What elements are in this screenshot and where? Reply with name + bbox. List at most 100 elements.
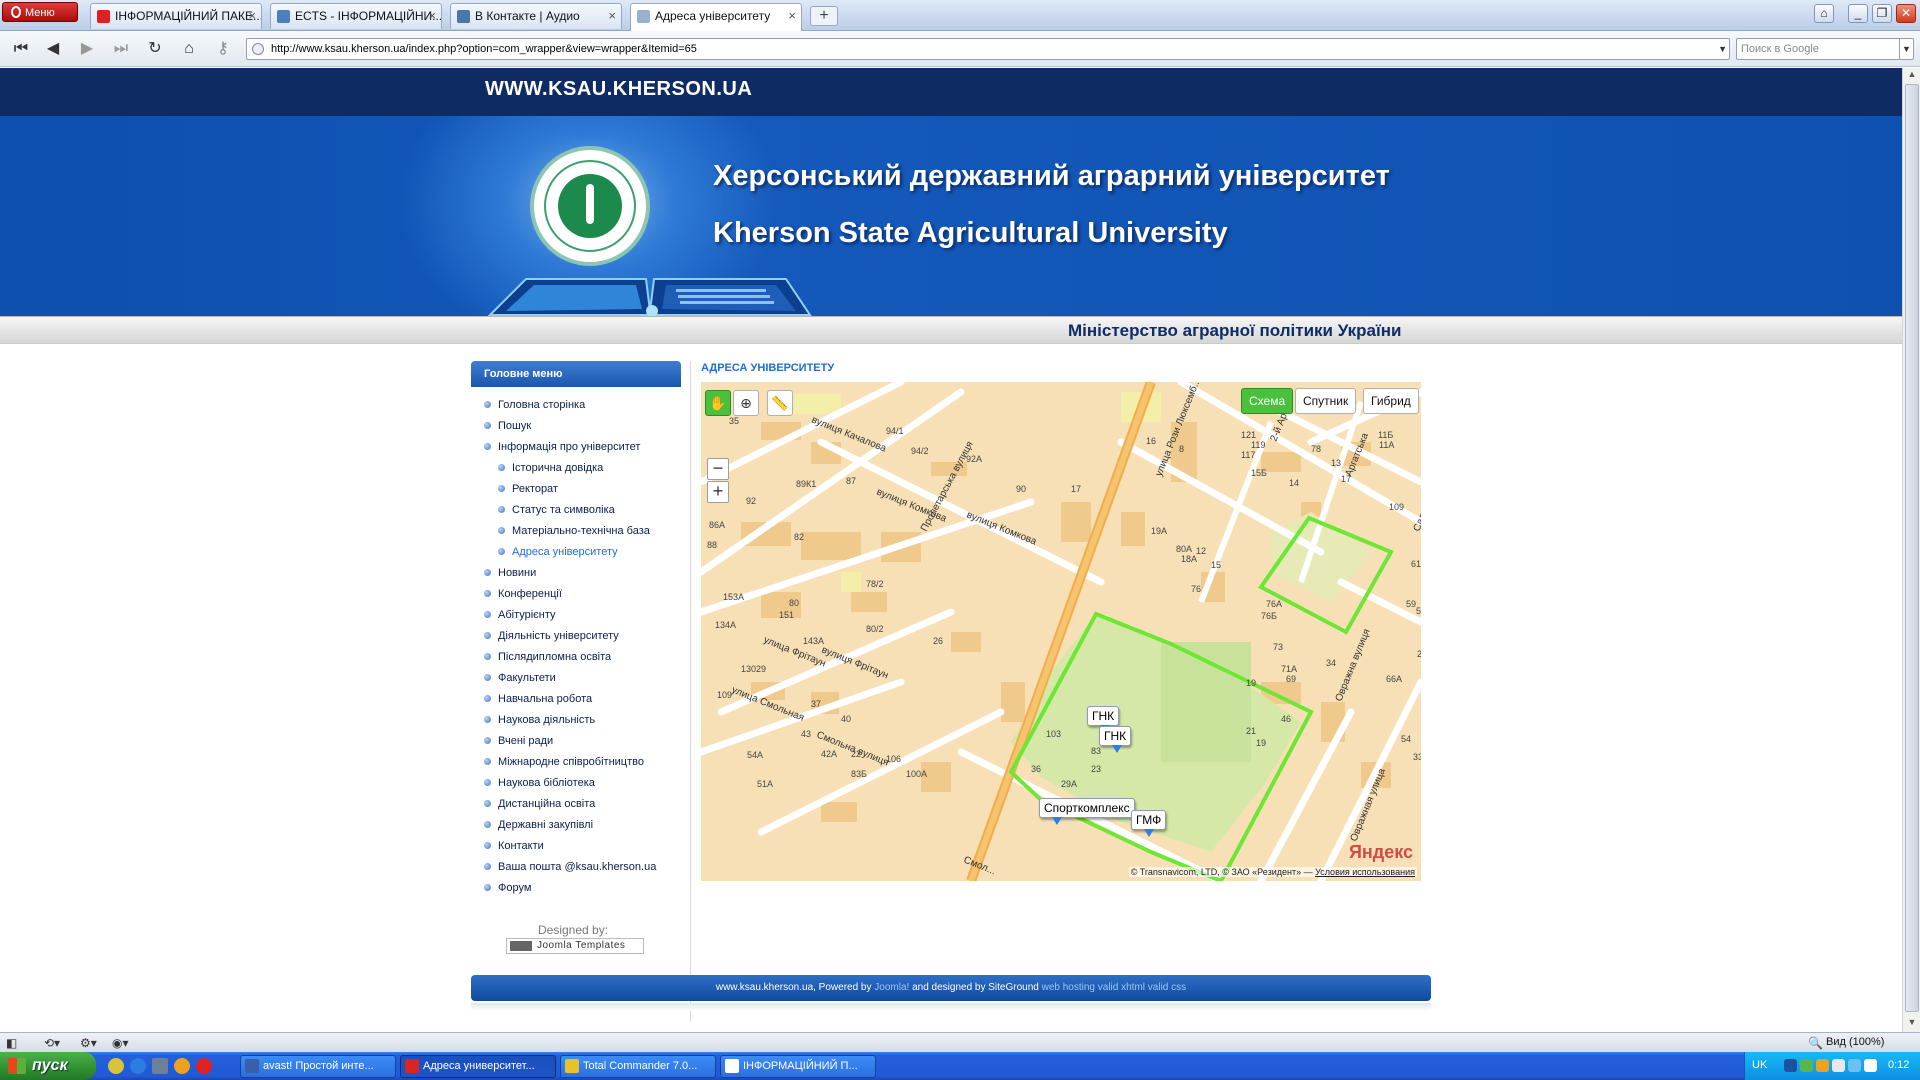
map-type-satellite[interactable]: Спутник [1295, 388, 1357, 414]
back-icon[interactable]: ◀ [42, 38, 64, 60]
university-logo [530, 146, 650, 266]
menu-item[interactable]: Наукова бібліотека [482, 773, 682, 794]
forward-icon[interactable]: ▶ [76, 38, 98, 60]
footer-joomla-link[interactable]: Joomla! [874, 982, 909, 993]
menu-item[interactable]: Факультети [482, 668, 682, 689]
tab-3[interactable]: В Контакте | Аудио × [450, 3, 622, 29]
menu-item[interactable]: Вчені ради [482, 731, 682, 752]
menu-item[interactable]: Головна сторінка [482, 395, 682, 416]
tab-2[interactable]: ECTS - ІНФОРМАЦІЙНИ... × [270, 3, 442, 29]
menu-item[interactable]: Діяльність університету [482, 626, 682, 647]
map-type-hybrid[interactable]: Гибрид [1363, 388, 1419, 414]
tray-printer-icon[interactable] [1832, 1059, 1845, 1072]
total-commander-icon[interactable] [152, 1058, 168, 1074]
menu-item[interactable]: Наукова діяльність [482, 710, 682, 731]
menu-item[interactable]: Пошук [482, 416, 682, 437]
zoom-out-button[interactable]: − [707, 458, 729, 480]
trash-icon[interactable]: ⌂ [1814, 4, 1834, 23]
site-info-icon[interactable] [252, 43, 264, 55]
site-url-header[interactable]: WWW.KSAU.KHERSON.UA [485, 78, 752, 101]
hand-icon[interactable]: ✋ [705, 390, 731, 416]
search-input[interactable]: Поиск в Google ▼ [1736, 38, 1914, 60]
taskbar-item-avast[interactable]: avast! Простой инте... [240, 1055, 396, 1078]
yandex-map[interactable]: вулиця Качалова вулиця Комкова вулиця Ко… [701, 382, 1421, 881]
menu-item[interactable]: Абітурієнту [482, 605, 682, 626]
turbo-icon[interactable]: ◉▾ [112, 1035, 129, 1051]
footer-links[interactable]: web hosting valid xhtml valid css [1042, 982, 1187, 993]
menu-item[interactable]: Історична довідка [482, 458, 682, 479]
menu-item[interactable]: Навчальна робота [482, 689, 682, 710]
ie-icon[interactable] [130, 1058, 146, 1074]
menu-item[interactable]: Матеріально-технічна база [482, 521, 682, 542]
avast-icon[interactable] [174, 1058, 190, 1074]
close-tab-icon[interactable]: × [248, 4, 256, 28]
tray-safely-remove-icon[interactable] [1864, 1059, 1877, 1072]
search-engine-dropdown-icon[interactable]: ▼ [1899, 39, 1913, 59]
vertical-scrollbar[interactable]: ▲ ▼ [1902, 68, 1920, 1032]
magnifier-icon[interactable]: ⊕ [733, 390, 759, 416]
fast-forward-icon[interactable]: ⏭ [110, 38, 132, 60]
scroll-thumb[interactable] [1905, 84, 1919, 1012]
menu-item[interactable]: Державні закупівлі [482, 815, 682, 836]
ruler-icon[interactable]: 📏 [767, 390, 793, 416]
unite-icon[interactable]: ⚙▾ [80, 1035, 97, 1051]
close-tab-icon[interactable]: × [608, 4, 616, 28]
tray-avast-icon[interactable] [1816, 1059, 1829, 1072]
bullet-icon [484, 884, 491, 891]
opera-menu-button[interactable]: Меню [2, 2, 78, 22]
tray-update-icon[interactable] [1800, 1059, 1813, 1072]
zoom-icon[interactable]: 🔍 [1808, 1035, 1823, 1051]
quicklaunch-icon[interactable] [108, 1058, 124, 1074]
chevron-down-icon[interactable]: ▼ [1718, 39, 1727, 59]
menu-item[interactable]: Ваша пошта @ksau.kherson.ua [482, 857, 682, 878]
tray-network-icon[interactable] [1784, 1059, 1797, 1072]
key-icon[interactable]: ⚷ [212, 38, 234, 60]
new-tab-button[interactable]: + [810, 6, 838, 26]
placemark-gmf[interactable]: ГМФ [1131, 810, 1167, 837]
sync-icon[interactable]: ⟲▾ [44, 1035, 60, 1051]
map-terms-link[interactable]: Условия использования [1315, 867, 1415, 877]
placemark-gnk-1[interactable]: ГНК [1087, 706, 1120, 733]
close-window-button[interactable]: ✕ [1896, 4, 1916, 23]
scroll-up-icon[interactable]: ▲ [1905, 69, 1919, 83]
minimize-button[interactable]: _ [1848, 4, 1868, 23]
clock[interactable]: 0:12 [1888, 1059, 1909, 1071]
menu-item[interactable]: Інформація про університет [482, 437, 682, 458]
taskbar-item-total-commander[interactable]: Total Commander 7.0... [560, 1055, 716, 1078]
menu-item[interactable]: Післядипломна освіта [482, 647, 682, 668]
address-bar[interactable]: http://www.ksau.kherson.ua/index.php?opt… [246, 38, 1730, 60]
panel-toggle-icon[interactable]: ◧ [6, 1035, 17, 1051]
map-type-scheme[interactable]: Схема [1241, 388, 1294, 414]
menu-item[interactable]: Адреса університету [482, 542, 682, 563]
close-tab-icon[interactable]: × [428, 4, 436, 28]
joomla-templates-badge[interactable]: Joomla Templates [506, 938, 644, 954]
menu-item[interactable]: Статус та символіка [482, 500, 682, 521]
menu-item[interactable]: Міжнародне співробітництво [482, 752, 682, 773]
close-tab-icon[interactable]: × [788, 4, 796, 28]
tray-volume-icon[interactable] [1848, 1059, 1861, 1072]
zoom-level[interactable]: Вид (100%) [1826, 1036, 1884, 1048]
menu-item[interactable]: Дистанційна освіта [482, 794, 682, 815]
zoom-in-button[interactable]: + [707, 481, 729, 503]
menu-item[interactable]: Форум [482, 878, 682, 899]
tab-1[interactable]: ІНФОРМАЦІЙНИЙ ПАКЕ... × [90, 3, 262, 29]
yandex-logo[interactable]: Яндекс [1349, 842, 1413, 863]
taskbar-item-document[interactable]: ІНФОРМАЦІЙНИЙ П... [720, 1055, 876, 1078]
scroll-down-icon[interactable]: ▼ [1905, 1017, 1919, 1031]
opera-icon[interactable] [196, 1058, 212, 1074]
start-button[interactable]: пуск [0, 1052, 96, 1080]
reload-icon[interactable]: ↻ [144, 38, 166, 60]
rewind-icon[interactable]: ⏮ [10, 38, 32, 60]
menu-item[interactable]: Конференції [482, 584, 682, 605]
menu-item[interactable]: Ректорат [482, 479, 682, 500]
menu-item[interactable]: Новини [482, 563, 682, 584]
placemark-sport-complex[interactable]: Спорткомплекс [1039, 798, 1135, 825]
menu-item[interactable]: Контакти [482, 836, 682, 857]
home-icon[interactable]: ⌂ [178, 38, 200, 60]
language-indicator[interactable]: UK [1752, 1059, 1767, 1071]
restore-button[interactable]: ❐ [1872, 4, 1892, 23]
taskbar-item-opera[interactable]: Адреса университет... [400, 1055, 556, 1078]
house-number: 86А [709, 520, 725, 530]
placemark-gnk-2[interactable]: ГНК [1099, 726, 1132, 753]
tab-4-active[interactable]: Адреса університету × [630, 3, 802, 31]
